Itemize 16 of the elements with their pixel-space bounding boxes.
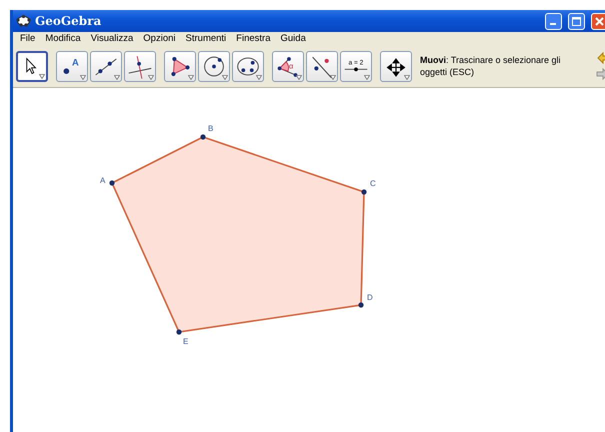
tool-button[interactable]: α [272, 50, 304, 82]
point-label: A [100, 176, 106, 185]
menu-item[interactable]: File [15, 33, 40, 44]
point-label: B [208, 124, 214, 133]
menu-item[interactable]: Visualizza [86, 33, 138, 44]
tool-help-text: Muovi: Trascinare o selezionare gli oggetti (ESC) [420, 54, 562, 78]
point-label: D [367, 293, 373, 302]
menu-item[interactable]: Modifica [40, 33, 86, 44]
window-title: GeoGebra [35, 14, 102, 28]
point-label: C [370, 179, 376, 188]
menu-item[interactable]: Strumenti [180, 33, 232, 44]
point-label: E [183, 337, 188, 346]
menu-item[interactable]: Opzioni [138, 33, 181, 44]
menu-item[interactable]: Guida [276, 33, 311, 44]
menu-item[interactable]: Finestra [231, 33, 276, 44]
tool-button[interactable]: A [56, 50, 88, 82]
